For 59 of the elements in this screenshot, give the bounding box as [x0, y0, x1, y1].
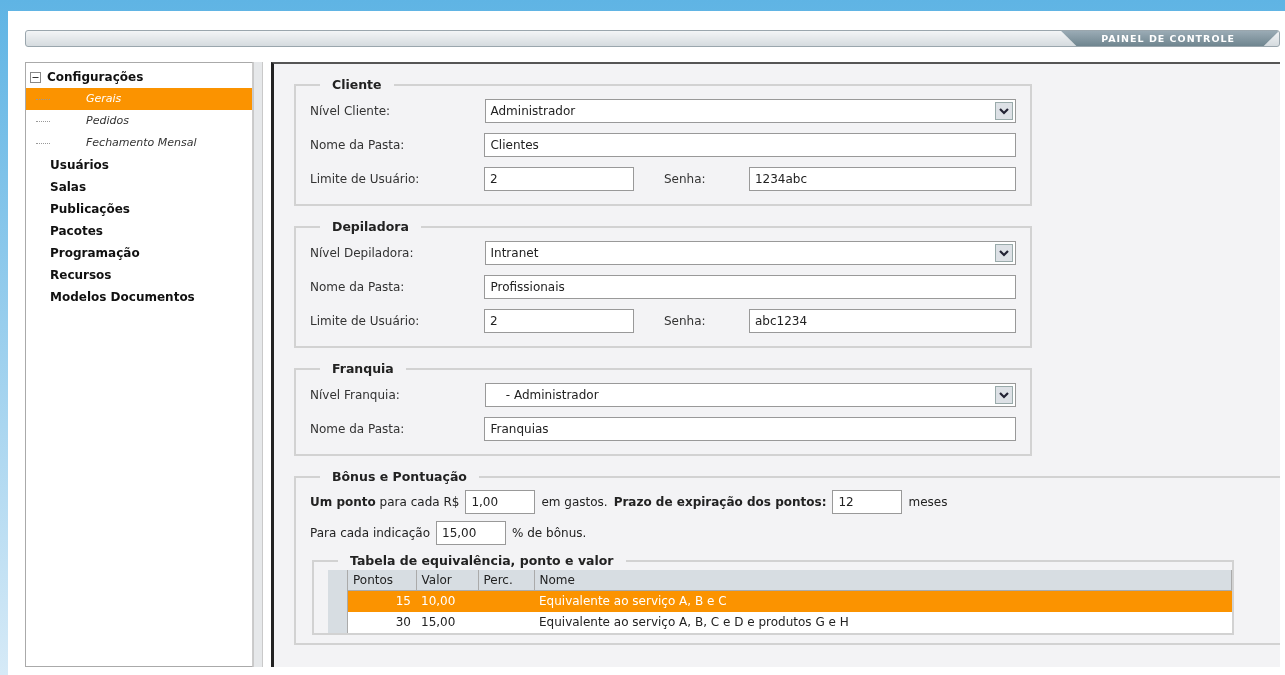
form-text: meses — [908, 493, 948, 511]
field-label: Limite de Usuário: — [310, 313, 421, 330]
chevron-down-icon[interactable] — [995, 386, 1013, 404]
text-field[interactable]: 1234abc — [748, 167, 1016, 191]
text-field[interactable]: Profissionais — [484, 275, 1016, 299]
table-cell: 30 — [348, 611, 416, 633]
form-text: Para cada indicação — [310, 524, 431, 542]
field-label: Nome da Pasta: — [310, 137, 406, 154]
text-field[interactable]: abc1234 — [748, 309, 1016, 333]
text-field[interactable]: 2 — [483, 167, 634, 191]
dropdown-field[interactable]: - Administrador — [484, 383, 1016, 407]
section-title: Cliente — [331, 76, 383, 94]
text-field[interactable]: 15,00 — [436, 520, 507, 545]
chevron-down-icon[interactable] — [995, 244, 1013, 262]
section-title: Franquia — [331, 360, 395, 378]
text-field[interactable]: Franquias — [484, 417, 1016, 441]
chevron-down-icon[interactable] — [995, 102, 1013, 120]
column-header[interactable]: Nome — [534, 570, 1232, 591]
form-text: % de bônus. — [512, 524, 587, 542]
tree-item[interactable]: Usuários — [26, 154, 252, 176]
field-label: Senha: — [663, 313, 707, 330]
field-label: Nível Franquia: — [310, 387, 401, 404]
field-label: Nível Cliente: — [310, 103, 392, 120]
form-text: Prazo de expiração dos pontos: — [613, 493, 827, 511]
tree-item[interactable]: Fechamento Mensal — [26, 132, 252, 154]
field-label: Senha: — [663, 171, 707, 188]
column-header[interactable]: Perc. — [478, 570, 534, 591]
tree-item[interactable]: Recursos — [26, 264, 252, 286]
text-field[interactable]: Clientes — [484, 133, 1016, 157]
collapse-icon[interactable] — [30, 71, 41, 83]
field-label: Nível Depiladora: — [310, 245, 415, 262]
column-header[interactable]: Valor — [416, 570, 478, 591]
text-field[interactable]: 1,00 — [465, 489, 536, 514]
tree-item[interactable]: Programação — [26, 242, 252, 264]
tree-item[interactable]: Pacotes — [26, 220, 252, 242]
dropdown-field[interactable]: Intranet — [484, 241, 1016, 265]
table-cell: 10,00 — [416, 590, 478, 612]
tree-item[interactable]: Modelos Documentos — [26, 286, 252, 308]
table-cell: 15,00 — [416, 611, 478, 633]
tree-item[interactable]: Pedidos — [26, 110, 252, 132]
field-label: Nome da Pasta: — [310, 421, 406, 438]
dropdown-field[interactable]: Administrador — [484, 99, 1016, 123]
column-header[interactable]: Pontos — [348, 570, 416, 591]
form-text: Um ponto para cada R$ — [310, 493, 460, 511]
tree-item[interactable]: Publicações — [26, 198, 252, 220]
field-label: Limite de Usuário: — [310, 171, 421, 188]
table-cell: 15 — [348, 590, 416, 612]
table-cell: Equivalente ao serviço A, B, C e D e produtos G e H — [534, 611, 1232, 633]
section-title: Bônus e Pontuação — [331, 468, 468, 486]
section-title: Depiladora — [331, 218, 410, 236]
section-title: Tabela de equivalência, ponto e valor — [349, 552, 615, 570]
tree-item[interactable]: Salas — [26, 176, 252, 198]
field-label: Nome da Pasta: — [310, 279, 406, 296]
table-cell: Equivalente ao serviço A, B e C — [534, 590, 1232, 612]
table-row[interactable]: 30 15,00 Equivalente ao serviço A, B, C e D e produtos G e H — [348, 611, 1232, 633]
tree-item[interactable]: Configurações — [47, 66, 144, 88]
text-field[interactable]: 12 — [832, 489, 903, 514]
form-text: em gastos. — [541, 493, 608, 511]
text-field[interactable]: 2 — [483, 309, 634, 333]
